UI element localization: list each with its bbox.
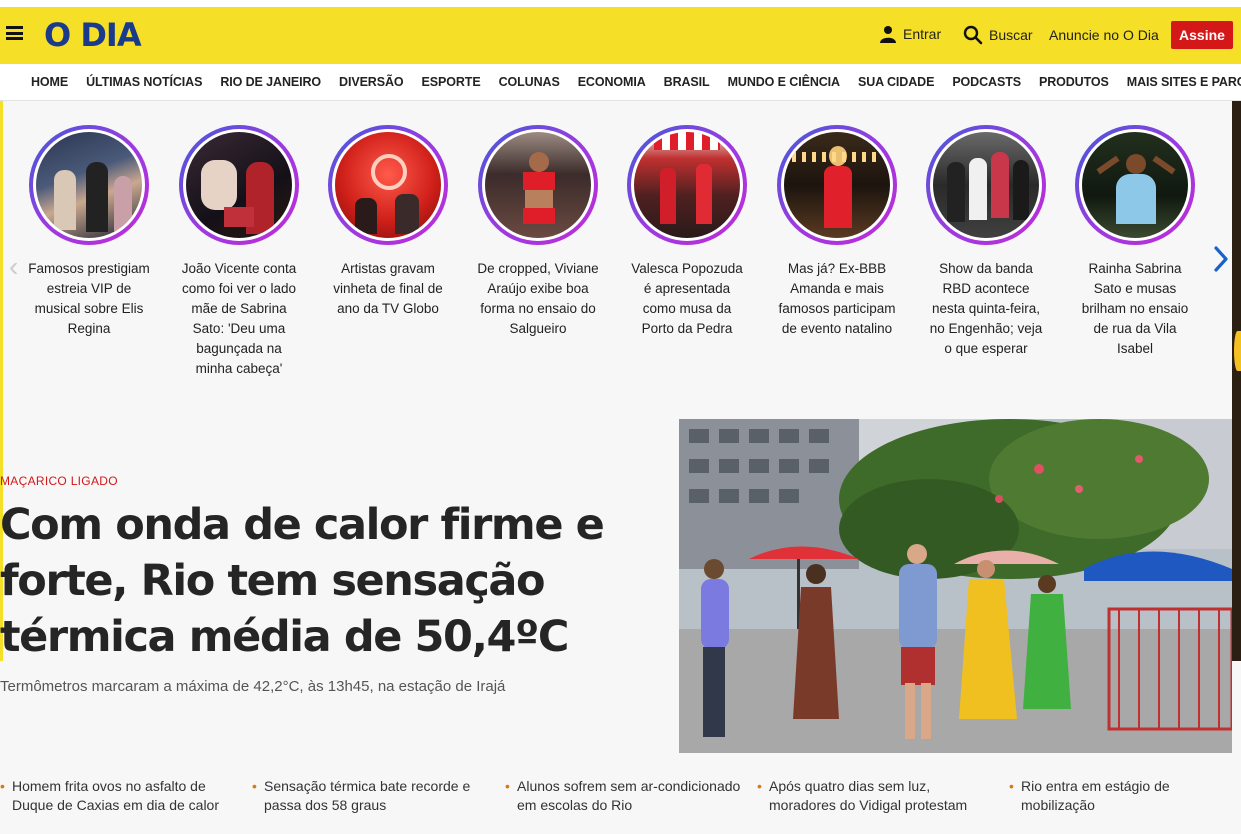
story-item[interactable]: De cropped, Viviane Araújo exibe boa for… — [473, 125, 603, 339]
nav-item-sua-cidade[interactable]: SUA CIDADE — [858, 75, 934, 89]
story-photo — [784, 132, 890, 238]
top-strip — [0, 0, 1241, 7]
main-subline: Termômetros marcaram a máxima de 42,2°C,… — [0, 678, 506, 695]
story-item[interactable]: Famosos prestigiam estreia VIP de musica… — [24, 125, 154, 339]
nav-item-podcasts[interactable]: PODCASTS — [952, 75, 1021, 89]
story-item[interactable]: Rainha Sabrina Sato e musas brilham no e… — [1070, 125, 1200, 359]
related-link[interactable]: Após quatro dias sem luz, moradores do V… — [757, 777, 997, 815]
story-item[interactable]: Mas já? Ex-BBB Amanda e mais famosos par… — [772, 125, 902, 339]
story-caption: Show da banda RBD acontece nesta quinta-… — [929, 261, 1043, 356]
story-photo — [335, 132, 441, 238]
story-item[interactable]: Show da banda RBD acontece nesta quinta-… — [921, 125, 1051, 359]
street-scene-image — [679, 419, 1232, 753]
nav-item-rio-de-janeiro[interactable]: RIO DE JANEIRO — [220, 75, 321, 89]
nav-item-home[interactable]: HOME — [31, 75, 68, 89]
related-link[interactable]: Homem frita ovos no asfalto de Duque de … — [0, 777, 240, 815]
story-caption: João Vicente conta como foi ver o lado m… — [181, 261, 297, 376]
story-caption: Rainha Sabrina Sato e musas brilham no e… — [1081, 261, 1189, 356]
site-header: O DIA Entrar Buscar Anuncie no O Dia Ass… — [0, 7, 1241, 64]
story-item[interactable]: João Vicente conta como foi ver o lado m… — [174, 125, 304, 379]
nav-item-mundo-e-ciencia[interactable]: MUNDO E CIÊNCIA — [728, 75, 841, 89]
story-photo — [634, 132, 740, 238]
nav-item-produtos[interactable]: PRODUTOS — [1039, 75, 1109, 89]
user-icon — [880, 26, 896, 43]
nav-item-economia[interactable]: ECONOMIA — [578, 75, 646, 89]
related-link[interactable]: Rio entra em estágio de mobilização — [1009, 777, 1229, 815]
search-label: Buscar — [989, 27, 1033, 43]
nav-item-esporte[interactable]: ESPORTE — [422, 75, 481, 89]
nav-item-colunas[interactable]: COLUNAS — [499, 75, 560, 89]
story-photo — [1082, 132, 1188, 238]
story-caption: Famosos prestigiam estreia VIP de musica… — [28, 261, 150, 336]
story-photo — [36, 132, 142, 238]
story-item[interactable]: Artistas gravam vinheta de final de ano … — [323, 125, 453, 319]
story-photo — [933, 132, 1039, 238]
main-headline[interactable]: Com onda de calor firme e forte, Rio tem… — [0, 497, 660, 665]
story-photo — [186, 132, 292, 238]
nav-item-diversao[interactable]: DIVERSÃO — [339, 75, 404, 89]
related-link[interactable]: Sensação térmica bate recorde e passa do… — [252, 777, 492, 815]
menu-icon[interactable] — [6, 26, 23, 40]
advertise-link[interactable]: Anuncie no O Dia — [1049, 27, 1159, 43]
story-caption: Artistas gravam vinheta de final de ano … — [333, 261, 443, 316]
login-link[interactable]: Entrar — [879, 25, 941, 43]
story-item[interactable]: Valesca Popozuda é apresentada como musa… — [622, 125, 752, 339]
story-caption: De cropped, Viviane Araújo exibe boa for… — [477, 261, 599, 336]
search-icon — [963, 25, 983, 45]
chevron-right-icon[interactable] — [1211, 244, 1231, 279]
subscribe-button[interactable]: Assine — [1171, 21, 1233, 49]
story-caption: Mas já? Ex-BBB Amanda e mais famosos par… — [778, 261, 896, 336]
right-ad-edge — [1232, 101, 1241, 661]
nav-item-brasil[interactable]: BRASIL — [664, 75, 710, 89]
nav-item-mais-sites[interactable]: MAIS SITES E PARCEIROS — [1127, 75, 1241, 89]
chevron-left-icon[interactable]: ‹ — [9, 251, 18, 283]
main-nav: HOME ÚLTIMAS NOTÍCIAS RIO DE JANEIRO DIV… — [0, 64, 1241, 101]
article-kicker[interactable]: MAÇARICO LIGADO — [0, 474, 118, 488]
search-link[interactable]: Buscar — [963, 25, 1033, 45]
site-logo[interactable]: O DIA — [44, 16, 142, 54]
nav-item-ultimas-noticias[interactable]: ÚLTIMAS NOTÍCIAS — [86, 75, 202, 89]
login-label: Entrar — [903, 26, 942, 42]
story-caption: Valesca Popozuda é apresentada como musa… — [631, 261, 743, 336]
related-link[interactable]: Alunos sofrem sem ar-condicionado em esc… — [505, 777, 745, 815]
stories-carousel: ‹ Famosos prestigiam estreia VIP de musi… — [3, 101, 1232, 411]
main-article-photo[interactable] — [679, 419, 1232, 753]
story-photo — [485, 132, 591, 238]
